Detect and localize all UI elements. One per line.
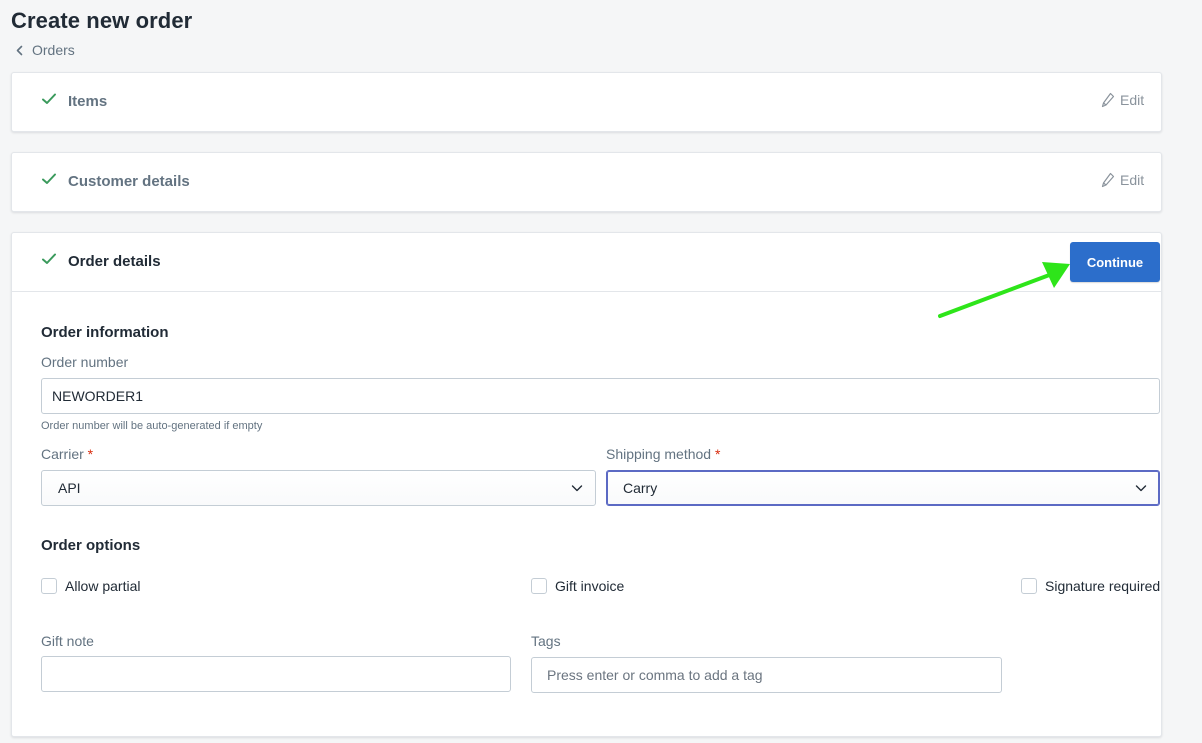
card-divider [12,291,1161,292]
items-step-header[interactable]: Items Edit [12,73,1161,131]
breadcrumb[interactable]: Orders [15,42,75,58]
required-asterisk: * [714,446,721,462]
check-icon [42,93,56,104]
customer-step-title: Customer details [68,173,190,190]
tags-label: Tags [531,633,561,649]
order-information-heading: Order information [41,324,169,341]
customer-edit-label: Edit [1120,172,1145,188]
items-step-card: Items Edit [11,72,1162,132]
customer-step-card: Customer details Edit [11,152,1162,212]
carrier-select[interactable]: API [41,470,596,506]
shipping-method-label: Shipping method * [606,446,720,462]
carrier-label-text: Carrier [41,446,84,462]
gift-invoice-label: Gift invoice [555,578,625,594]
order-number-help-text: Order number will be auto-generated if e… [41,420,263,432]
customer-edit-button[interactable]: Edit [1101,172,1161,188]
allow-partial-checkbox[interactable]: Allow partial [41,578,140,594]
gift-note-input[interactable] [41,656,511,692]
required-asterisk: * [87,446,94,462]
gift-note-label: Gift note [41,633,94,649]
order-step-title: Order details [68,253,161,270]
signature-required-checkbox[interactable]: Signature required [1021,578,1160,594]
gift-invoice-checkbox[interactable]: Gift invoice [531,578,624,594]
chevron-down-icon [571,485,583,492]
customer-step-header[interactable]: Customer details Edit [12,153,1161,211]
items-step-title: Items [68,93,108,110]
order-step-header: Order details Continue [12,233,1161,291]
checkbox-box[interactable] [41,578,57,594]
shipping-method-select[interactable]: Carry [606,470,1160,506]
allow-partial-label: Allow partial [65,578,141,594]
page-title: Create new order [11,8,193,33]
checkbox-box[interactable] [1021,578,1037,594]
shipping-method-label-text: Shipping method [606,446,712,462]
tags-input[interactable] [531,657,1002,693]
signature-required-label: Signature required [1045,578,1161,594]
items-edit-button[interactable]: Edit [1101,92,1161,108]
chevron-left-icon [16,45,23,55]
order-number-label: Order number [41,354,129,370]
shipping-method-select-value: Carry [623,480,658,496]
order-number-input[interactable] [41,378,1160,414]
breadcrumb-orders-link[interactable]: Orders [32,42,75,58]
carrier-select-value: API [58,480,81,496]
check-icon [42,173,56,184]
order-step-card: Order details Continue Order information… [11,232,1162,737]
pencil-icon [1101,172,1115,188]
checkbox-box[interactable] [531,578,547,594]
order-options-heading: Order options [41,537,141,554]
items-edit-label: Edit [1120,92,1145,108]
pencil-icon [1101,92,1115,108]
continue-button[interactable]: Continue [1070,242,1160,282]
check-icon [42,253,56,264]
carrier-label: Carrier * [41,446,93,462]
chevron-down-icon [1135,485,1147,492]
